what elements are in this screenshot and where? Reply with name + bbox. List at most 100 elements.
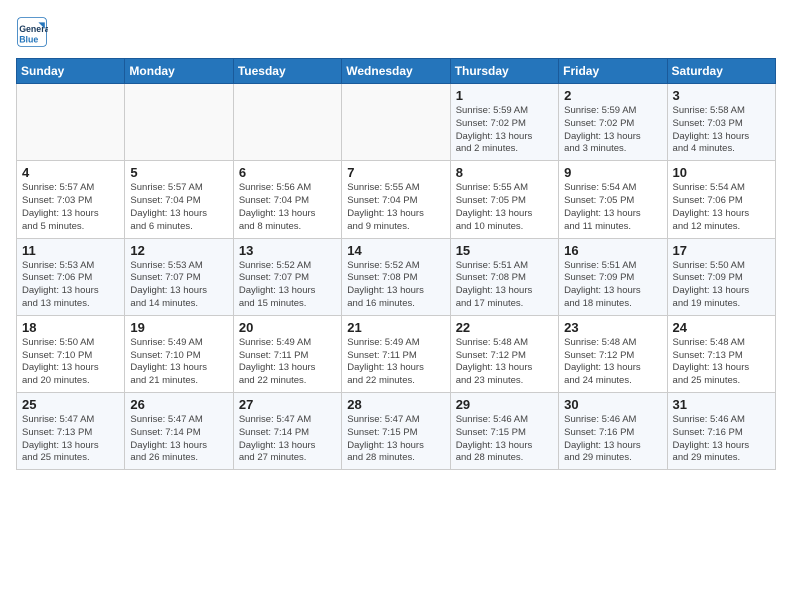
day-info: Sunrise: 5:57 AM Sunset: 7:04 PM Dayligh… bbox=[130, 182, 227, 233]
day-info: Sunrise: 5:49 AM Sunset: 7:11 PM Dayligh… bbox=[347, 337, 444, 388]
day-info: Sunrise: 5:50 AM Sunset: 7:10 PM Dayligh… bbox=[22, 337, 119, 388]
day-number: 12 bbox=[130, 243, 227, 258]
calendar-cell: 26 Sunrise: 5:47 AM Sunset: 7:14 PM Dayli… bbox=[125, 393, 233, 470]
day-info: Sunrise: 5:48 AM Sunset: 7:12 PM Dayligh… bbox=[456, 337, 553, 388]
calendar-cell: 9 Sunrise: 5:54 AM Sunset: 7:05 PM Daylig… bbox=[559, 161, 667, 238]
day-number: 2 bbox=[564, 88, 661, 103]
calendar-cell: 2 Sunrise: 5:59 AM Sunset: 7:02 PM Daylig… bbox=[559, 84, 667, 161]
calendar-cell: 20 Sunrise: 5:49 AM Sunset: 7:11 PM Dayli… bbox=[233, 315, 341, 392]
day-info: Sunrise: 5:50 AM Sunset: 7:09 PM Dayligh… bbox=[673, 260, 770, 311]
day-number: 5 bbox=[130, 165, 227, 180]
day-info: Sunrise: 5:54 AM Sunset: 7:06 PM Dayligh… bbox=[673, 182, 770, 233]
calendar-cell: 4 Sunrise: 5:57 AM Sunset: 7:03 PM Daylig… bbox=[17, 161, 125, 238]
calendar-cell: 10Sunrise: 5:54 AM Sunset: 7:06 PM Dayli… bbox=[667, 161, 775, 238]
day-info: Sunrise: 5:59 AM Sunset: 7:02 PM Dayligh… bbox=[456, 105, 553, 156]
day-header-monday: Monday bbox=[125, 59, 233, 84]
day-info: Sunrise: 5:49 AM Sunset: 7:11 PM Dayligh… bbox=[239, 337, 336, 388]
day-number: 1 bbox=[456, 88, 553, 103]
calendar-week-row: 25Sunrise: 5:47 AM Sunset: 7:13 PM Dayli… bbox=[17, 393, 776, 470]
calendar-cell: 31 Sunrise: 5:46 AM Sunset: 7:16 PM Dayli… bbox=[667, 393, 775, 470]
day-number: 8 bbox=[456, 165, 553, 180]
day-info: Sunrise: 5:48 AM Sunset: 7:12 PM Dayligh… bbox=[564, 337, 661, 388]
calendar-cell bbox=[125, 84, 233, 161]
day-header-sunday: Sunday bbox=[17, 59, 125, 84]
calendar-cell: 6 Sunrise: 5:56 AM Sunset: 7:04 PM Daylig… bbox=[233, 161, 341, 238]
calendar-cell: 23 Sunrise: 5:48 AM Sunset: 7:12 PM Dayli… bbox=[559, 315, 667, 392]
day-info: Sunrise: 5:49 AM Sunset: 7:10 PM Dayligh… bbox=[130, 337, 227, 388]
day-info: Sunrise: 5:55 AM Sunset: 7:05 PM Dayligh… bbox=[456, 182, 553, 233]
day-header-thursday: Thursday bbox=[450, 59, 558, 84]
day-info: Sunrise: 5:47 AM Sunset: 7:14 PM Dayligh… bbox=[130, 414, 227, 465]
day-header-friday: Friday bbox=[559, 59, 667, 84]
calendar-cell: 29 Sunrise: 5:46 AM Sunset: 7:15 PM Dayli… bbox=[450, 393, 558, 470]
day-number: 21 bbox=[347, 320, 444, 335]
day-info: Sunrise: 5:55 AM Sunset: 7:04 PM Dayligh… bbox=[347, 182, 444, 233]
day-info: Sunrise: 5:51 AM Sunset: 7:08 PM Dayligh… bbox=[456, 260, 553, 311]
day-number: 31 bbox=[673, 397, 770, 412]
day-info: Sunrise: 5:46 AM Sunset: 7:15 PM Dayligh… bbox=[456, 414, 553, 465]
calendar-week-row: 4 Sunrise: 5:57 AM Sunset: 7:03 PM Daylig… bbox=[17, 161, 776, 238]
day-info: Sunrise: 5:57 AM Sunset: 7:03 PM Dayligh… bbox=[22, 182, 119, 233]
day-info: Sunrise: 5:47 AM Sunset: 7:14 PM Dayligh… bbox=[239, 414, 336, 465]
day-number: 19 bbox=[130, 320, 227, 335]
day-info: Sunrise: 5:47 AM Sunset: 7:15 PM Dayligh… bbox=[347, 414, 444, 465]
day-number: 16 bbox=[564, 243, 661, 258]
calendar-cell: 25Sunrise: 5:47 AM Sunset: 7:13 PM Dayli… bbox=[17, 393, 125, 470]
calendar-cell: 30Sunrise: 5:46 AM Sunset: 7:16 PM Dayli… bbox=[559, 393, 667, 470]
calendar-cell: 5 Sunrise: 5:57 AM Sunset: 7:04 PM Daylig… bbox=[125, 161, 233, 238]
calendar-table: SundayMondayTuesdayWednesdayThursdayFrid… bbox=[16, 58, 776, 470]
day-header-wednesday: Wednesday bbox=[342, 59, 450, 84]
calendar-cell: 27 Sunrise: 5:47 AM Sunset: 7:14 PM Dayli… bbox=[233, 393, 341, 470]
day-info: Sunrise: 5:53 AM Sunset: 7:07 PM Dayligh… bbox=[130, 260, 227, 311]
day-info: Sunrise: 5:59 AM Sunset: 7:02 PM Dayligh… bbox=[564, 105, 661, 156]
day-number: 9 bbox=[564, 165, 661, 180]
day-info: Sunrise: 5:53 AM Sunset: 7:06 PM Dayligh… bbox=[22, 260, 119, 311]
calendar-cell: 3 Sunrise: 5:58 AM Sunset: 7:03 PM Daylig… bbox=[667, 84, 775, 161]
day-number: 26 bbox=[130, 397, 227, 412]
day-info: Sunrise: 5:58 AM Sunset: 7:03 PM Dayligh… bbox=[673, 105, 770, 156]
day-info: Sunrise: 5:56 AM Sunset: 7:04 PM Dayligh… bbox=[239, 182, 336, 233]
day-info: Sunrise: 5:54 AM Sunset: 7:05 PM Dayligh… bbox=[564, 182, 661, 233]
calendar-cell: 17 Sunrise: 5:50 AM Sunset: 7:09 PM Dayli… bbox=[667, 238, 775, 315]
day-number: 27 bbox=[239, 397, 336, 412]
logo-icon: General Blue bbox=[16, 16, 48, 48]
calendar-week-row: 11 Sunrise: 5:53 AM Sunset: 7:06 PM Dayli… bbox=[17, 238, 776, 315]
day-header-tuesday: Tuesday bbox=[233, 59, 341, 84]
day-number: 28 bbox=[347, 397, 444, 412]
day-info: Sunrise: 5:52 AM Sunset: 7:07 PM Dayligh… bbox=[239, 260, 336, 311]
day-number: 29 bbox=[456, 397, 553, 412]
day-number: 22 bbox=[456, 320, 553, 335]
calendar-cell: 12 Sunrise: 5:53 AM Sunset: 7:07 PM Dayli… bbox=[125, 238, 233, 315]
calendar-cell: 21 Sunrise: 5:49 AM Sunset: 7:11 PM Dayli… bbox=[342, 315, 450, 392]
calendar-week-row: 18 Sunrise: 5:50 AM Sunset: 7:10 PM Dayli… bbox=[17, 315, 776, 392]
day-info: Sunrise: 5:48 AM Sunset: 7:13 PM Dayligh… bbox=[673, 337, 770, 388]
day-number: 3 bbox=[673, 88, 770, 103]
page-header: General Blue bbox=[16, 16, 776, 48]
day-number: 23 bbox=[564, 320, 661, 335]
calendar-cell: 13Sunrise: 5:52 AM Sunset: 7:07 PM Dayli… bbox=[233, 238, 341, 315]
day-number: 6 bbox=[239, 165, 336, 180]
day-number: 11 bbox=[22, 243, 119, 258]
calendar-cell: 16Sunrise: 5:51 AM Sunset: 7:09 PM Dayli… bbox=[559, 238, 667, 315]
calendar-cell: 19 Sunrise: 5:49 AM Sunset: 7:10 PM Dayli… bbox=[125, 315, 233, 392]
calendar-cell bbox=[233, 84, 341, 161]
day-number: 30 bbox=[564, 397, 661, 412]
day-number: 17 bbox=[673, 243, 770, 258]
calendar-cell bbox=[342, 84, 450, 161]
day-info: Sunrise: 5:46 AM Sunset: 7:16 PM Dayligh… bbox=[673, 414, 770, 465]
day-number: 18 bbox=[22, 320, 119, 335]
calendar-cell bbox=[17, 84, 125, 161]
day-number: 24 bbox=[673, 320, 770, 335]
logo: General Blue bbox=[16, 16, 52, 48]
calendar-cell: 18 Sunrise: 5:50 AM Sunset: 7:10 PM Dayli… bbox=[17, 315, 125, 392]
day-info: Sunrise: 5:52 AM Sunset: 7:08 PM Dayligh… bbox=[347, 260, 444, 311]
day-header-saturday: Saturday bbox=[667, 59, 775, 84]
day-info: Sunrise: 5:47 AM Sunset: 7:13 PM Dayligh… bbox=[22, 414, 119, 465]
calendar-header-row: SundayMondayTuesdayWednesdayThursdayFrid… bbox=[17, 59, 776, 84]
day-number: 4 bbox=[22, 165, 119, 180]
calendar-cell: 8 Sunrise: 5:55 AM Sunset: 7:05 PM Daylig… bbox=[450, 161, 558, 238]
day-number: 14 bbox=[347, 243, 444, 258]
day-number: 20 bbox=[239, 320, 336, 335]
calendar-cell: 15Sunrise: 5:51 AM Sunset: 7:08 PM Dayli… bbox=[450, 238, 558, 315]
calendar-cell: 1 Sunrise: 5:59 AM Sunset: 7:02 PM Daylig… bbox=[450, 84, 558, 161]
